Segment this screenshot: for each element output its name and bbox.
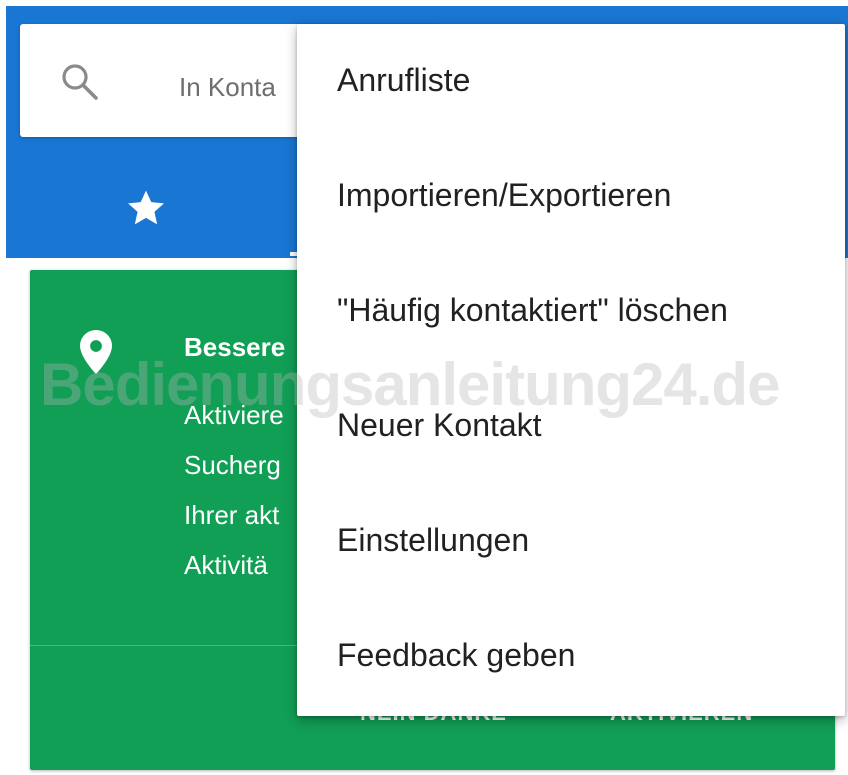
menu-item-label: Neuer Kontakt — [337, 407, 542, 443]
menu-item-label: Einstellungen — [337, 522, 530, 558]
menu-item-settings[interactable]: Einstellungen — [297, 484, 845, 599]
promo-text-line: Aktivitä — [184, 550, 268, 580]
menu-item-new-contact[interactable]: Neuer Kontakt — [297, 369, 845, 484]
menu-item-label: Anrufliste — [337, 62, 471, 98]
overflow-menu: Anrufliste Importieren/Exportieren "Häuf… — [297, 24, 845, 716]
menu-item-label: Importieren/Exportieren — [337, 177, 672, 213]
promo-title: Bessere — [184, 332, 286, 362]
menu-item-call-log[interactable]: Anrufliste — [297, 24, 845, 139]
menu-item-clear-frequents[interactable]: "Häufig kontaktiert" löschen — [297, 254, 845, 369]
tab-favorites[interactable] — [100, 178, 190, 242]
search-icon[interactable] — [58, 60, 102, 104]
search-placeholder[interactable]: In Konta — [179, 72, 276, 103]
promo-text-line: Aktiviere — [184, 400, 284, 430]
menu-item-import-export[interactable]: Importieren/Exportieren — [297, 139, 845, 254]
menu-item-feedback[interactable]: Feedback geben — [297, 599, 845, 714]
promo-text-line: Sucherg — [184, 450, 281, 480]
menu-item-label: Feedback geben — [337, 637, 576, 673]
promo-text-line: Ihrer akt — [184, 500, 280, 530]
star-icon — [124, 186, 168, 230]
menu-item-label: "Häufig kontaktiert" löschen — [337, 292, 728, 328]
location-pin-icon — [80, 330, 112, 374]
contacts-screen: In Konta Bessere Aktiviere Sucherg Ihrer… — [0, 0, 848, 775]
